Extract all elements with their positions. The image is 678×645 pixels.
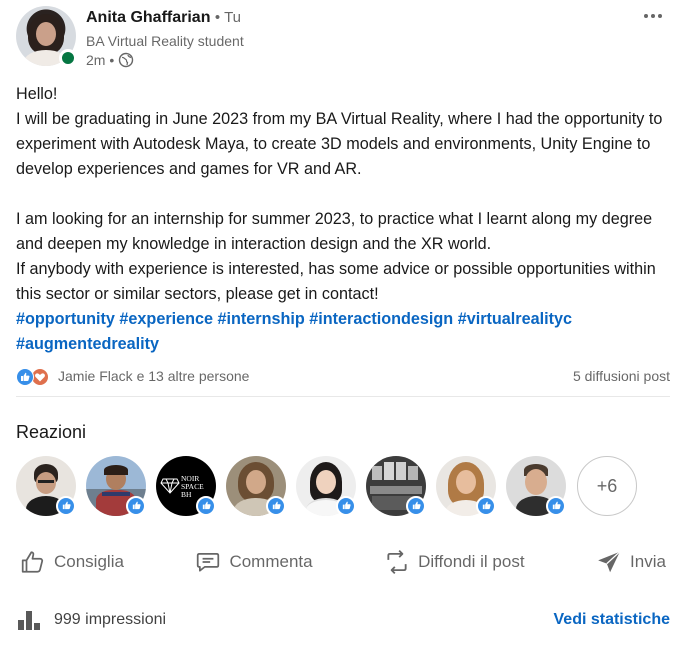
globe-icon [119,52,134,68]
reactor-avatar[interactable] [226,456,286,516]
more-dot-icon [651,14,655,18]
like-reaction-icon [16,368,34,386]
reactor-avatar[interactable] [296,456,356,516]
reaction-icons [16,366,52,386]
reactor-avatar[interactable] [506,456,566,516]
comment-label: Commenta [229,552,313,571]
thumbs-up-icon [21,551,44,573]
post-meta: 2m • [86,52,134,68]
reactions-title: Reazioni [16,422,87,442]
hashtag-link[interactable]: #opportunity [16,310,115,328]
post-line: I will be graduating in June 2023 from m… [16,110,663,178]
like-label: Consiglia [54,552,124,571]
more-dot-icon [644,14,648,18]
reactor-avatar[interactable] [16,456,76,516]
hashtag-link[interactable]: #experience [119,310,213,328]
like-button[interactable]: Consiglia [16,543,128,581]
reactors-text: Jamie Flack e 13 altre persone [58,368,250,384]
bar-chart-icon [18,611,40,630]
action-bar: Consiglia Commenta Diffondi il post Invi… [16,540,670,584]
comment-button[interactable]: Commenta [191,543,316,581]
post-line: I am looking for an internship for summe… [16,210,653,253]
post-header: Anita Ghaffarian • Tu BA Virtual Reality… [16,6,670,70]
impressions-count: 999 impressioni [54,611,167,628]
like-badge-icon [546,496,566,516]
connection-degree: • Tu [214,9,242,26]
more-dot-icon [658,14,662,18]
post-footer: 999 impressioni Vedi statistiche [16,606,670,634]
post-line: Hello! [16,85,58,103]
view-stats-link[interactable]: Vedi statistiche [554,611,671,629]
repost-label: Diffondi il post [418,552,525,571]
author-name-line[interactable]: Anita Ghaffarian • Tu [86,9,241,27]
like-badge-icon [196,496,216,516]
reactions-summary[interactable]: Jamie Flack e 13 altre persone [16,366,249,386]
divider [16,396,670,397]
hashtag-link[interactable]: #internship [218,310,305,328]
author-name[interactable]: Anita Ghaffarian [86,9,210,26]
hashtags: #opportunity #experience #internship #in… [16,307,666,357]
post-line: If anybody with experience is interested… [16,260,656,303]
reactor-avatar[interactable] [86,456,146,516]
repost-button[interactable]: Diffondi il post [380,543,528,581]
reactor-avatar[interactable]: NOIR SPACE BH [156,456,216,516]
more-options-button[interactable] [638,6,668,26]
send-icon [598,551,621,573]
social-counts: Jamie Flack e 13 altre persone 5 diffusi… [16,364,670,388]
like-badge-icon [266,496,286,516]
hashtag-link[interactable]: #augmentedreality [16,335,159,353]
hashtag-link[interactable]: #virtualrealityc [458,310,572,328]
send-button[interactable]: Invia [592,543,670,581]
reactors-list: NOIR SPACE BH +6 [16,456,656,516]
author-headline: BA Virtual Reality student [86,33,244,49]
diamond-logo-icon [160,478,180,494]
online-status-indicator [59,49,77,67]
like-badge-icon [476,496,496,516]
like-badge-icon [126,496,146,516]
comment-icon [197,553,220,572]
like-badge-icon [56,496,76,516]
shares-count[interactable]: 5 diffusioni post [573,368,670,384]
more-reactors-button[interactable]: +6 [577,456,637,516]
like-badge-icon [406,496,426,516]
post-body: Hello! I will be graduating in June 2023… [16,82,666,357]
reactor-avatar[interactable] [366,456,426,516]
repost-icon [387,549,407,575]
like-badge-icon [336,496,356,516]
hashtag-link[interactable]: #interactiondesign [309,310,453,328]
reactor-avatar[interactable] [436,456,496,516]
send-label: Invia [630,552,666,571]
post-time: 2m • [86,52,115,68]
impressions-summary: 999 impressioni [16,608,166,632]
